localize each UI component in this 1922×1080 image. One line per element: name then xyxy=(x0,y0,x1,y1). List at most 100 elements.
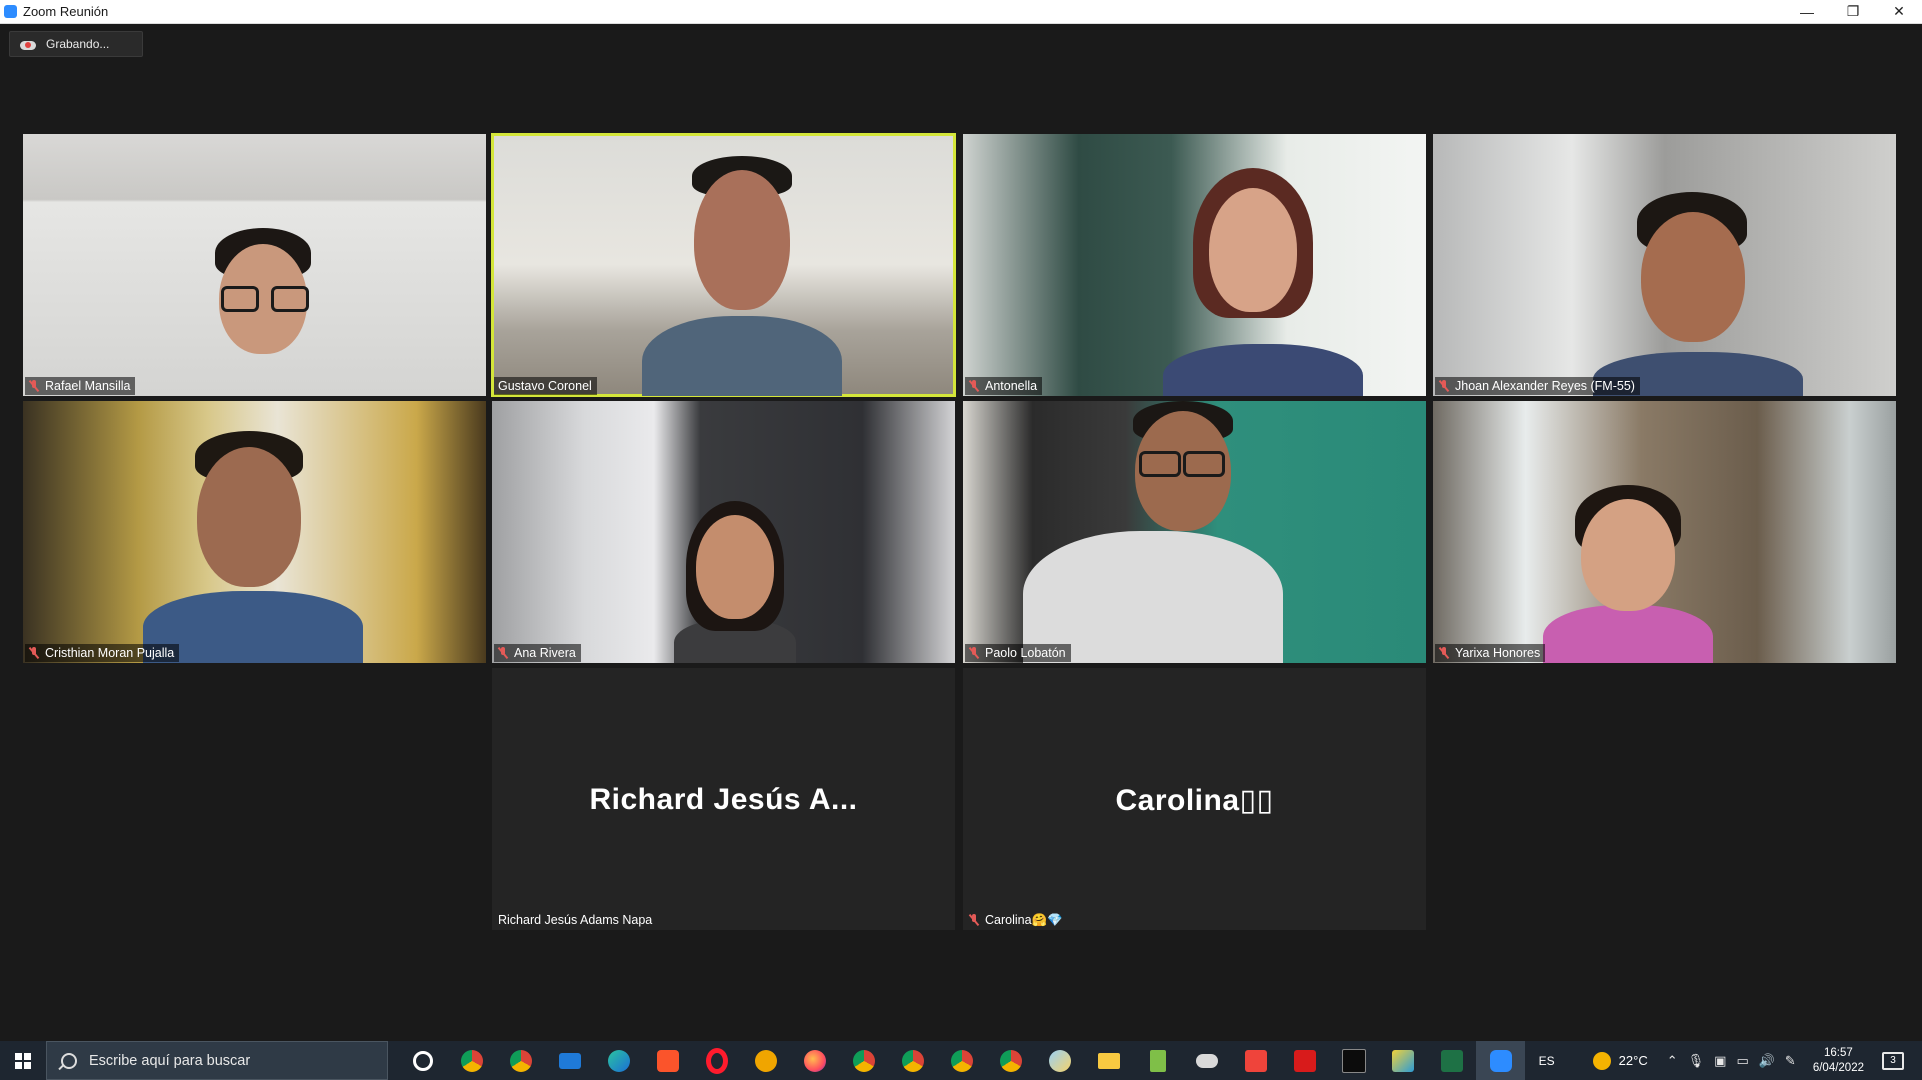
mic-muted-icon xyxy=(29,647,39,659)
chrome-icon[interactable] xyxy=(839,1041,888,1080)
participant-name-tag: Richard Jesús Adams Napa xyxy=(494,911,657,929)
participant-name: Jhoan Alexander Reyes (FM-55) xyxy=(1455,379,1635,393)
video-tile-richard[interactable]: Richard Jesús A... Richard Jesús Adams N… xyxy=(492,668,955,930)
chrome-icon[interactable] xyxy=(888,1041,937,1080)
chrome-icon[interactable] xyxy=(496,1041,545,1080)
minimize-button[interactable]: — xyxy=(1784,0,1830,23)
participant-name-tag: Jhoan Alexander Reyes (FM-55) xyxy=(1435,377,1640,395)
clock-date: 6/04/2022 xyxy=(1812,1061,1864,1074)
restore-button[interactable]: ❐ xyxy=(1830,0,1876,23)
zoom-app-icon xyxy=(4,5,17,18)
video-tile-antonella[interactable]: Antonella xyxy=(963,134,1426,396)
mic-muted-icon xyxy=(969,914,979,926)
video-tile-paolo[interactable]: Paolo Lobatón xyxy=(963,401,1426,663)
paint-icon[interactable] xyxy=(1035,1041,1084,1080)
temperature[interactable]: 22°C xyxy=(1619,1053,1648,1068)
window-controls: — ❐ ✕ xyxy=(1784,0,1922,23)
firefox-icon[interactable] xyxy=(790,1041,839,1080)
windows-taskbar: Escribe aquí para buscar ES 22°C ⌃ 🎙 ▣ ▭ xyxy=(0,1041,1922,1080)
edge-icon[interactable] xyxy=(594,1041,643,1080)
participant-name-tag: Rafael Mansilla xyxy=(25,377,136,395)
participant-name: Richard Jesús Adams Napa xyxy=(498,913,653,927)
participant-name-tag: Ana Rivera xyxy=(494,644,581,662)
video-tile-rafael[interactable]: Rafael Mansilla xyxy=(23,134,486,396)
mic-muted-icon xyxy=(969,647,979,659)
anydesk-icon[interactable] xyxy=(1231,1041,1280,1080)
notifications-icon[interactable]: 3 xyxy=(1882,1051,1904,1070)
chevron-up-icon[interactable]: ⌃ xyxy=(1667,1053,1678,1069)
file-explorer-icon[interactable] xyxy=(1084,1041,1133,1080)
participant-video xyxy=(1163,164,1363,396)
window-titlebar: Zoom Reunión — ❐ ✕ xyxy=(0,0,1922,24)
search-icon xyxy=(61,1052,77,1069)
pen-icon[interactable]: ✎ xyxy=(1785,1053,1796,1069)
participant-name: Gustavo Coronel xyxy=(498,379,592,393)
window-title: Zoom Reunión xyxy=(23,4,109,19)
recording-label: Grabando... xyxy=(46,37,110,51)
video-tile-cristhian[interactable]: Cristhian Moran Pujalla xyxy=(23,401,486,663)
acrobat-icon[interactable] xyxy=(1280,1041,1329,1080)
participant-video xyxy=(642,156,842,396)
participant-video xyxy=(173,224,373,396)
mic-muted-icon xyxy=(969,380,979,392)
participant-name-tag: Paolo Lobatón xyxy=(965,644,1071,662)
notepad-icon[interactable] xyxy=(1133,1041,1182,1080)
participant-display-name: Richard Jesús A... xyxy=(589,783,858,816)
taskbar-apps xyxy=(398,1041,1525,1080)
clock-time: 16:57 xyxy=(1824,1046,1853,1059)
participant-video xyxy=(143,431,363,663)
weather-icon[interactable] xyxy=(1592,1051,1611,1070)
mic-muted-icon xyxy=(498,647,508,659)
taskbar-clock[interactable]: 16:57 6/04/2022 xyxy=(1813,1046,1864,1076)
mic-muted-icon xyxy=(1439,380,1449,392)
participant-name: Carolina🤗💎 xyxy=(985,912,1063,927)
participant-name-tag: Gustavo Coronel xyxy=(494,377,597,395)
cloud-record-icon xyxy=(20,39,36,50)
participant-video xyxy=(1543,485,1713,663)
chrome-icon[interactable] xyxy=(986,1041,1035,1080)
chrome-icon[interactable] xyxy=(447,1041,496,1080)
mic-muted-icon xyxy=(29,380,39,392)
start-button[interactable] xyxy=(0,1041,46,1080)
video-tile-jhoan[interactable]: Jhoan Alexander Reyes (FM-55) xyxy=(1433,134,1896,396)
opera-icon[interactable] xyxy=(692,1041,741,1080)
volume-icon[interactable]: 🔊 xyxy=(1759,1053,1775,1069)
windows-icon xyxy=(15,1052,31,1069)
participant-name: Rafael Mansilla xyxy=(45,379,131,393)
cortana-icon[interactable] xyxy=(398,1041,447,1080)
participant-video xyxy=(1593,192,1803,396)
network-icon[interactable]: ▣ xyxy=(1714,1053,1726,1069)
excel-icon[interactable] xyxy=(1427,1041,1476,1080)
language-indicator[interactable]: ES xyxy=(1539,1054,1555,1068)
taskbar-search[interactable]: Escribe aquí para buscar xyxy=(46,1041,388,1080)
zoom-icon[interactable] xyxy=(1476,1041,1525,1080)
mail-icon[interactable] xyxy=(545,1041,594,1080)
participant-name-tag: Antonella xyxy=(965,377,1043,395)
terminal-icon[interactable] xyxy=(1329,1041,1378,1080)
microphone-icon[interactable]: 🎙 xyxy=(1688,1053,1705,1069)
participant-name-tag: Cristhian Moran Pujalla xyxy=(25,644,180,662)
system-tray: ES 22°C ⌃ 🎙 ▣ ▭ 🔊 ✎ 16:57 6/04/2022 3 xyxy=(1539,1041,1922,1080)
brave-icon[interactable] xyxy=(643,1041,692,1080)
participant-name: Cristhian Moran Pujalla xyxy=(45,646,175,660)
battery-icon[interactable]: ▭ xyxy=(1736,1053,1748,1069)
participant-video xyxy=(1023,401,1323,663)
tor-icon[interactable] xyxy=(741,1041,790,1080)
participant-name: Yarixa Honores xyxy=(1455,646,1541,660)
video-tile-ana[interactable]: Ana Rivera xyxy=(492,401,955,663)
participant-name: Paolo Lobatón xyxy=(985,646,1066,660)
notification-count: 3 xyxy=(1890,1055,1896,1066)
video-tile-carolina[interactable]: Carolina▯▯ Carolina🤗💎 xyxy=(963,668,1426,930)
participant-video xyxy=(674,501,796,663)
snip-icon[interactable] xyxy=(1378,1041,1427,1080)
participant-display-name: Carolina▯▯ xyxy=(1115,784,1274,817)
video-tile-yarixa[interactable]: Yarixa Honores xyxy=(1433,401,1896,663)
cloud-icon[interactable] xyxy=(1182,1041,1231,1080)
mic-muted-icon xyxy=(1439,647,1449,659)
chrome-icon[interactable] xyxy=(937,1041,986,1080)
close-button[interactable]: ✕ xyxy=(1876,0,1922,23)
participant-name: Antonella xyxy=(985,379,1038,393)
video-tile-gustavo[interactable]: Gustavo Coronel xyxy=(491,133,956,397)
recording-indicator[interactable]: Grabando... xyxy=(9,31,143,57)
participant-name-tag: Yarixa Honores xyxy=(1435,644,1546,662)
